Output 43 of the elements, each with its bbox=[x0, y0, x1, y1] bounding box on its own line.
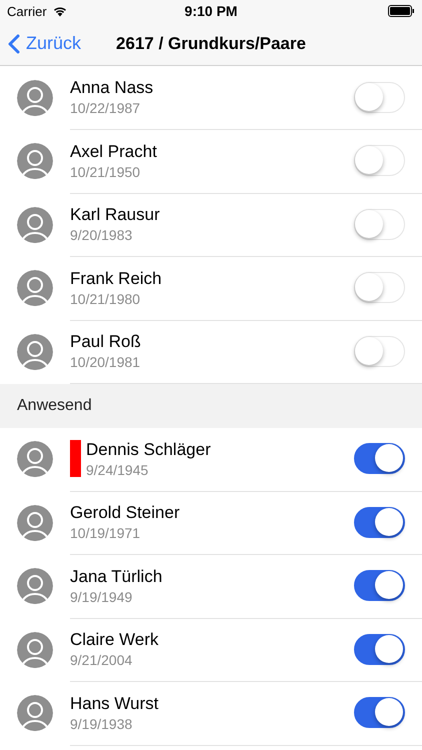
avatar-icon bbox=[17, 695, 53, 732]
person-date: 10/21/1980 bbox=[70, 290, 142, 307]
back-button[interactable]: Zurück bbox=[0, 26, 90, 60]
person-date: 9/19/1938 bbox=[70, 716, 134, 732]
person-date: 10/21/1950 bbox=[70, 164, 142, 180]
person-date: 9/21/2004 bbox=[70, 652, 134, 668]
avatar-icon bbox=[17, 568, 53, 604]
person-name: Gerold Steiner bbox=[70, 503, 181, 524]
person-name: Paul Roß bbox=[70, 332, 142, 352]
person-name: Axel Pracht bbox=[70, 142, 158, 162]
person-name: Dennis Schläger bbox=[86, 440, 212, 460]
person-date: 9/20/1983 bbox=[70, 227, 134, 244]
avatar-icon bbox=[17, 504, 53, 541]
avatar-icon bbox=[17, 270, 53, 306]
avatar-icon bbox=[17, 206, 53, 243]
person-name: Karl Rausur bbox=[70, 205, 161, 226]
attendance-toggle[interactable] bbox=[354, 506, 405, 538]
avatar-icon bbox=[17, 334, 53, 370]
attendance-toggle[interactable] bbox=[354, 570, 405, 602]
chevron-left-icon bbox=[8, 34, 20, 54]
section-header: Anwesend bbox=[0, 384, 422, 428]
carrier-label: Carrier bbox=[7, 4, 47, 18]
wifi-icon bbox=[52, 5, 68, 17]
battery-icon bbox=[388, 5, 415, 17]
status-time: 9:10 PM bbox=[184, 3, 238, 19]
avatar-icon bbox=[17, 80, 53, 116]
attendance-toggle[interactable] bbox=[354, 634, 405, 665]
person-name: Frank Reich bbox=[70, 268, 163, 289]
attendance-toggle[interactable] bbox=[354, 697, 405, 728]
person-name: Anna Nass bbox=[70, 78, 154, 98]
avatar-icon bbox=[17, 632, 53, 668]
person-date: 9/24/1945 bbox=[86, 462, 150, 478]
person-date: 10/19/1971 bbox=[70, 525, 142, 542]
person-date: 9/19/1949 bbox=[70, 588, 134, 605]
person-name: Claire Werk bbox=[70, 630, 160, 650]
person-name: Hans Wurst bbox=[70, 694, 160, 714]
avatar-icon bbox=[17, 143, 53, 180]
nav-title: 2617 / Grundkurs/Paare bbox=[116, 34, 306, 54]
avatar-icon bbox=[17, 441, 53, 478]
person-date: 10/22/1987 bbox=[70, 100, 142, 116]
attendance-toggle[interactable] bbox=[354, 443, 405, 474]
person-name: Jana Türlich bbox=[70, 566, 164, 587]
person-date: 10/20/1981 bbox=[70, 354, 142, 370]
